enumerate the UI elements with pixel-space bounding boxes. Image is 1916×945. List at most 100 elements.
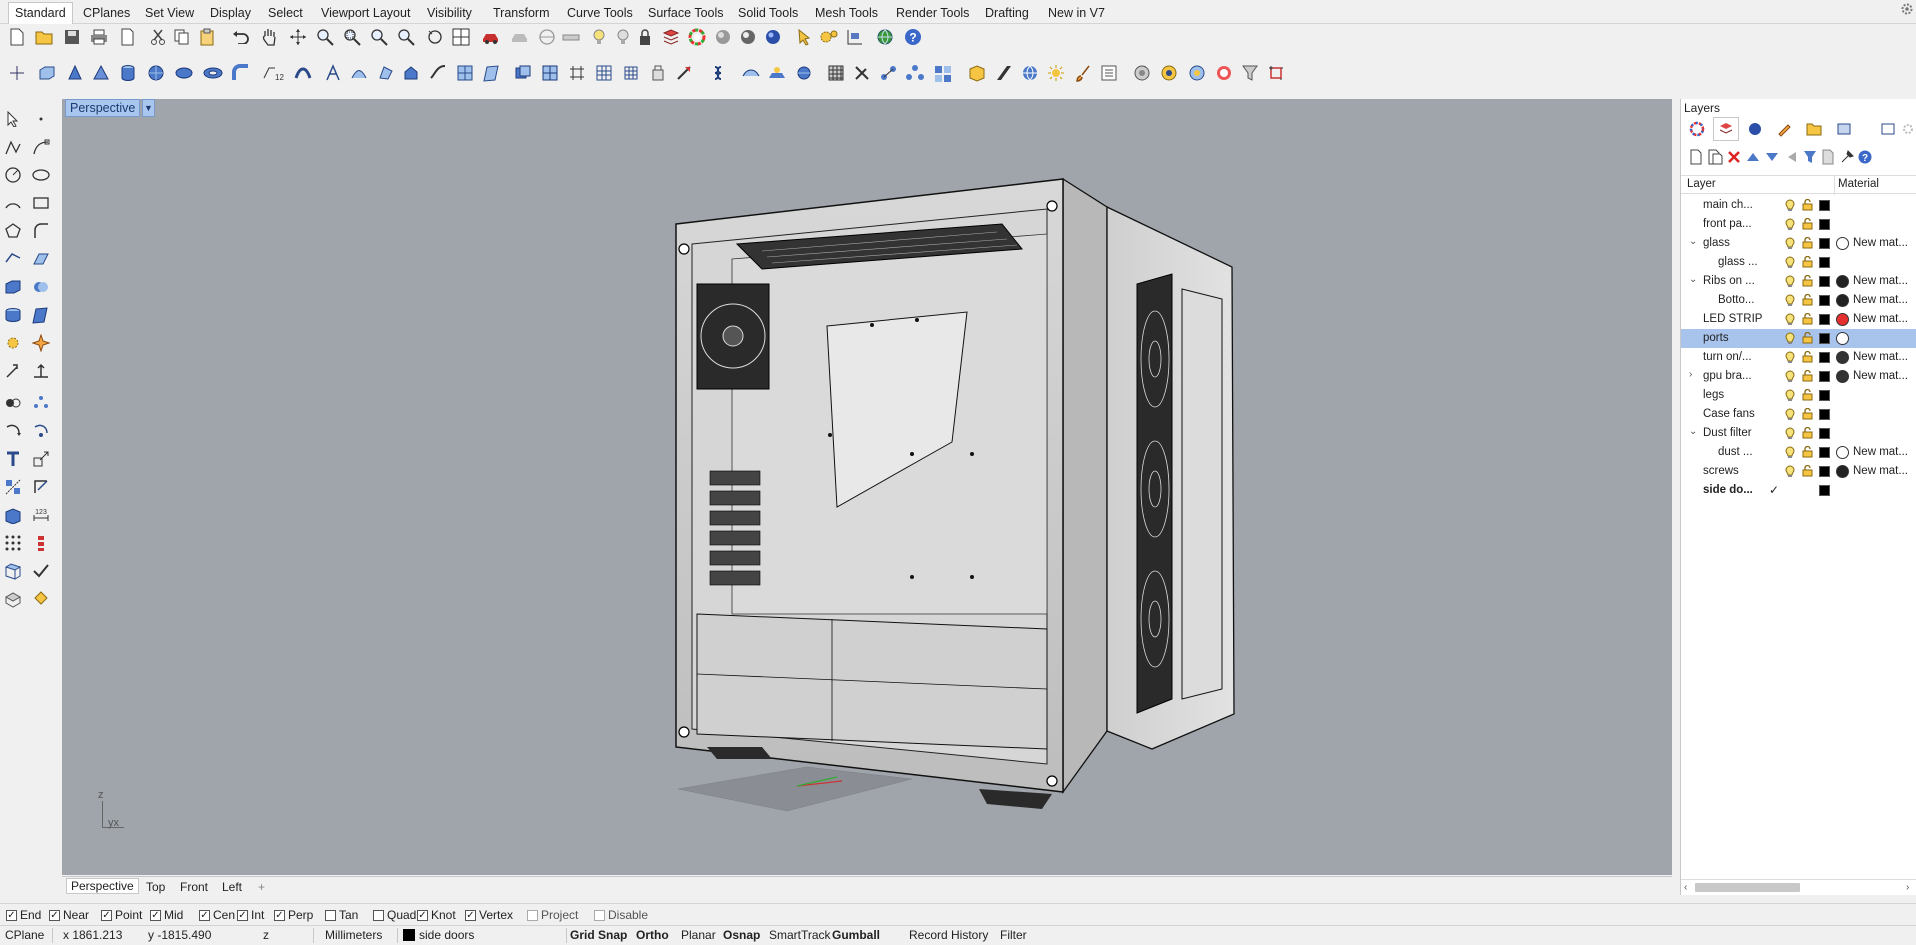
car-view-icon[interactable] [480, 26, 502, 48]
hide-object-icon[interactable] [612, 26, 634, 48]
lock-icon[interactable] [1802, 369, 1813, 385]
layer-name[interactable]: turn on/... [1703, 351, 1752, 363]
cplane-label[interactable]: CPlane [5, 928, 44, 942]
tab-select[interactable]: Select [268, 4, 303, 22]
layer-color-swatch[interactable] [1819, 200, 1830, 211]
box-tool-icon[interactable] [36, 62, 58, 84]
zoom-selected-icon[interactable] [395, 26, 417, 48]
scroll-left-icon[interactable]: ‹ [1684, 882, 1687, 893]
open-folder-icon[interactable] [33, 26, 55, 48]
show-object-icon[interactable] [588, 26, 610, 48]
layout-list-icon[interactable] [1098, 62, 1120, 84]
material-swatch[interactable] [1836, 446, 1849, 459]
layer-color-swatch[interactable] [1819, 428, 1830, 439]
layer-color-swatch[interactable] [1819, 295, 1830, 306]
patch-tool-icon[interactable] [375, 62, 397, 84]
perspective-viewport[interactable]: Perspective ▼ z yx [62, 99, 1672, 875]
layer-row[interactable]: turn on/... New mat... [1681, 348, 1916, 367]
visibility-bulb-icon[interactable] [1785, 218, 1795, 234]
osnap-knot-checkbox[interactable]: ✓ Knot [417, 908, 456, 922]
add-viewport-tab-icon[interactable]: + [258, 880, 265, 894]
array-linear-icon[interactable] [30, 532, 52, 554]
rotate-view-icon[interactable] [287, 26, 309, 48]
web-browser-icon[interactable] [874, 26, 896, 48]
explode-icon[interactable] [647, 62, 669, 84]
layer-color-swatch[interactable] [1819, 276, 1830, 287]
help-icon[interactable]: ? [902, 26, 924, 48]
tab-new-in-v7[interactable]: New in V7 [1048, 4, 1105, 22]
layer-name[interactable]: glass ... [1718, 256, 1758, 268]
collapse-chevron-icon[interactable]: ⌄ [1689, 426, 1697, 437]
zoom-lens-icon[interactable] [1131, 62, 1153, 84]
lock-icon[interactable] [1802, 236, 1813, 252]
layer-color-swatch[interactable] [1819, 257, 1830, 268]
rendered-sphere-icon[interactable] [737, 26, 759, 48]
material-name[interactable]: New mat... [1853, 446, 1908, 458]
fillet-edge-icon[interactable] [673, 62, 695, 84]
tab-transform[interactable]: Transform [493, 4, 550, 22]
layer-row[interactable]: screws New mat... [1681, 462, 1916, 481]
material-swatch[interactable] [1836, 237, 1849, 250]
render-icon[interactable] [762, 26, 784, 48]
osnap-disable-checkbox[interactable]: Disable [594, 908, 648, 922]
tab-front[interactable]: Front [180, 880, 208, 894]
lock-icon[interactable] [1802, 350, 1813, 366]
layer-row[interactable]: side do... ✓ [1681, 481, 1916, 500]
render-preview-icon[interactable] [2, 588, 24, 610]
osnap-tan-checkbox[interactable]: Tan [325, 908, 358, 922]
osnap-vertex-checkbox[interactable]: ✓ Vertex [465, 908, 513, 922]
checkbox-icon[interactable] [527, 909, 538, 921]
toggle-planar[interactable]: Planar [681, 928, 716, 942]
osnap-quad-checkbox[interactable]: Quad [373, 908, 416, 922]
visibility-bulb-icon[interactable] [1785, 199, 1795, 215]
paint-brush-icon[interactable] [1072, 62, 1094, 84]
pipe-tool-icon[interactable] [230, 62, 252, 84]
tab-cplanes[interactable]: CPlanes [83, 4, 130, 22]
toggle-smarttrack[interactable]: SmartTrack [769, 928, 831, 942]
cone-tool-icon[interactable] [64, 62, 86, 84]
cage-edit-icon[interactable] [932, 62, 954, 84]
cylinder-solid-icon[interactable] [2, 304, 24, 326]
toggle-filter[interactable]: Filter [1000, 928, 1027, 942]
material-swatch[interactable] [1836, 351, 1849, 364]
zoom-extents-icon[interactable] [368, 26, 390, 48]
horizontal-scrollbar[interactable]: ‹ › [1681, 879, 1916, 894]
checkbox-icon[interactable]: ✓ [6, 909, 17, 921]
zoom-dynamic-icon[interactable] [314, 26, 336, 48]
dimension-icon[interactable]: 123 [30, 504, 52, 526]
layer-row[interactable]: legs [1681, 386, 1916, 405]
point-tool-icon[interactable] [6, 62, 28, 84]
circle-icon[interactable] [2, 164, 24, 186]
polyline-icon[interactable] [2, 136, 24, 158]
text-icon[interactable] [2, 448, 24, 470]
osnap-point-checkbox[interactable]: ✓ Point [101, 908, 142, 922]
checkbox-icon[interactable]: ✓ [417, 909, 428, 921]
layer-name[interactable]: side do... [1703, 484, 1753, 496]
layer-row[interactable]: glass ... [1681, 253, 1916, 272]
layer-color-swatch[interactable] [1819, 371, 1830, 382]
visibility-bulb-icon[interactable] [1785, 370, 1795, 386]
visibility-bulb-icon[interactable] [1785, 237, 1795, 253]
checkbox-icon[interactable]: ✓ [237, 909, 248, 921]
save-icon[interactable] [61, 26, 83, 48]
layer-name[interactable]: LED STRIP [1703, 313, 1762, 325]
copy-transform-icon[interactable] [30, 360, 52, 382]
lock-icon[interactable] [1802, 198, 1813, 214]
expand-chevron-icon[interactable]: › [1689, 369, 1692, 380]
plane-surface-icon[interactable] [480, 62, 502, 84]
lock-icon[interactable] [1802, 388, 1813, 404]
layer-name[interactable]: screws [1703, 465, 1739, 477]
cut-icon[interactable] [147, 26, 169, 48]
material-swatch[interactable] [1836, 275, 1849, 288]
rendered-view-icon[interactable] [1158, 62, 1180, 84]
material-name[interactable]: New mat... [1853, 294, 1908, 306]
tab-display[interactable]: Display [210, 4, 251, 22]
offset-curve-icon[interactable] [2, 248, 24, 270]
tab-left[interactable]: Left [222, 880, 242, 894]
layer-name[interactable]: legs [1703, 389, 1724, 401]
layer-name[interactable]: glass [1703, 237, 1730, 249]
scrollbar-thumb[interactable] [1695, 883, 1800, 892]
lock-icon[interactable] [1802, 255, 1813, 271]
material-name[interactable]: New mat... [1853, 313, 1908, 325]
extrude-tool-icon[interactable]: 12 [262, 62, 284, 84]
